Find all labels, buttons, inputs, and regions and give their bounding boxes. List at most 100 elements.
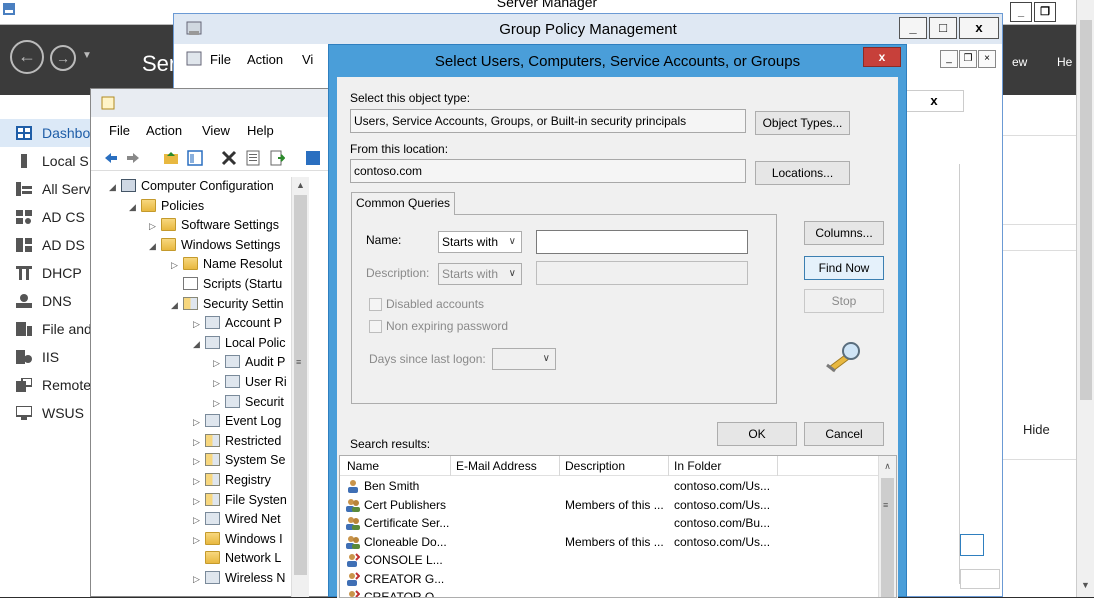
sidebar-item-dashboard[interactable]: Dashbo bbox=[0, 119, 95, 147]
result-row[interactable]: Certificate Ser... contoso.com/Bu... bbox=[340, 514, 878, 533]
sidebar-item-ad-cs[interactable]: AD CS bbox=[0, 203, 95, 231]
result-row[interactable]: Cert Publishers Members of this ... contos… bbox=[340, 496, 878, 515]
collapsed-arrow-icon[interactable]: ▷ bbox=[193, 511, 205, 530]
sidebar-item-dhcp[interactable]: DHCP bbox=[0, 259, 95, 287]
back-arrow-icon[interactable]: ← bbox=[10, 40, 44, 74]
collapsed-arrow-icon[interactable]: ▷ bbox=[193, 492, 205, 511]
minimize-button[interactable]: _ bbox=[1010, 2, 1032, 22]
tree-node[interactable]: ▷ System Se bbox=[193, 451, 285, 470]
expanded-arrow-icon[interactable]: ◢ bbox=[109, 178, 121, 197]
tree-node[interactable]: ▷ Securit bbox=[213, 393, 284, 412]
editor-menu-action[interactable]: Action bbox=[146, 123, 182, 138]
sidebar-item-all-servers[interactable]: All Serv bbox=[0, 175, 95, 203]
sidebar-item-ad-ds[interactable]: AD DS bbox=[0, 231, 95, 259]
sidebar-item-wsus[interactable]: WSUS bbox=[0, 399, 95, 427]
help-icon[interactable] bbox=[305, 150, 321, 166]
restore-button[interactable]: ❐ bbox=[1034, 2, 1056, 22]
expanded-arrow-icon[interactable]: ◢ bbox=[149, 237, 161, 256]
tree-node[interactable]: ▷ Windows I bbox=[193, 530, 283, 549]
non-expiring-checkbox[interactable] bbox=[369, 320, 382, 333]
tree-node[interactable]: Scripts (Startu bbox=[171, 275, 282, 294]
tree-node[interactable]: ▷ Wireless N bbox=[193, 569, 285, 588]
sidebar-item-local-server[interactable]: Local S bbox=[0, 147, 95, 175]
editor-tree-scrollbar[interactable]: ▲ ≡ bbox=[291, 177, 309, 597]
disabled-accounts-checkbox[interactable] bbox=[369, 298, 382, 311]
columns-button[interactable]: Columns... bbox=[804, 221, 884, 245]
collapsed-arrow-icon[interactable]: ▷ bbox=[149, 217, 161, 236]
description-input[interactable] bbox=[536, 261, 748, 285]
gpm-mdi-restore[interactable]: ❐ bbox=[959, 50, 977, 68]
show-hide-tree-icon[interactable] bbox=[187, 150, 203, 166]
tree-node[interactable]: ▷ Name Resolut bbox=[171, 255, 282, 274]
editor-menu-file[interactable]: File bbox=[109, 123, 130, 138]
collapsed-arrow-icon[interactable]: ▷ bbox=[213, 354, 225, 373]
tree-node[interactable]: ▷ Software Settings bbox=[149, 216, 279, 235]
up-folder-icon[interactable] bbox=[163, 150, 179, 166]
delete-x-icon[interactable] bbox=[221, 150, 237, 166]
result-row[interactable]: CREATOR G... bbox=[340, 570, 878, 589]
gpm-mdi-close[interactable]: × bbox=[978, 50, 996, 68]
column-header-folder[interactable]: In Folder bbox=[674, 459, 721, 473]
gpm-mdi-minimize[interactable]: _ bbox=[940, 50, 958, 68]
sidebar-item-iis[interactable]: IIS bbox=[0, 343, 95, 371]
editor-menu-view[interactable]: View bbox=[202, 123, 230, 138]
name-mode-select[interactable]: Starts with ∨ bbox=[438, 231, 522, 253]
tree-node[interactable]: ◢ Security Settin bbox=[171, 295, 284, 314]
gpm-menu-file[interactable]: File bbox=[210, 52, 231, 67]
dialog-close-button[interactable]: x bbox=[863, 47, 901, 67]
tree-node[interactable]: ◢ Local Polic bbox=[193, 334, 285, 353]
tree-node[interactable]: ▷ Account P bbox=[193, 314, 282, 333]
tree-node[interactable]: ▷ Restricted bbox=[193, 432, 281, 451]
tree-node[interactable]: ▷ Wired Net bbox=[193, 510, 281, 529]
gpm-close-button[interactable]: x bbox=[959, 17, 999, 39]
expanded-arrow-icon[interactable]: ◢ bbox=[129, 198, 141, 217]
menu-help[interactable]: He bbox=[1057, 55, 1072, 69]
gpm-pane-close-button[interactable]: x bbox=[904, 90, 964, 112]
tree-node[interactable]: ▷ Audit P bbox=[213, 353, 285, 372]
collapsed-arrow-icon[interactable]: ▷ bbox=[213, 374, 225, 393]
cancel-button[interactable]: Cancel bbox=[804, 422, 884, 446]
back-arrow-icon[interactable] bbox=[103, 150, 119, 166]
tree-node[interactable]: ▷ Registry bbox=[193, 471, 271, 490]
collapsed-arrow-icon[interactable]: ▷ bbox=[193, 570, 205, 589]
collapsed-arrow-icon[interactable]: ▷ bbox=[193, 413, 205, 432]
description-mode-select[interactable]: Starts with ∨ bbox=[438, 263, 522, 285]
tab-common-queries[interactable]: Common Queries bbox=[351, 192, 455, 215]
collapsed-arrow-icon[interactable]: ▷ bbox=[193, 315, 205, 334]
tree-node[interactable]: ▷ Event Log bbox=[193, 412, 281, 431]
hide-link[interactable]: Hide bbox=[1023, 422, 1050, 437]
result-row[interactable]: Cloneable Do... Members of this ... contos… bbox=[340, 533, 878, 552]
collapsed-arrow-icon[interactable]: ▷ bbox=[193, 452, 205, 471]
column-header-name[interactable]: Name bbox=[347, 459, 379, 473]
column-header-email[interactable]: E-Mail Address bbox=[456, 459, 537, 473]
find-now-button[interactable]: Find Now bbox=[804, 256, 884, 280]
name-input[interactable] bbox=[536, 230, 748, 254]
collapsed-arrow-icon[interactable]: ▷ bbox=[193, 433, 205, 452]
forward-arrow-icon[interactable]: → bbox=[50, 45, 76, 71]
sidebar-item-dns[interactable]: DNS bbox=[0, 287, 95, 315]
tree-node[interactable]: ▷ User Ri bbox=[213, 373, 287, 392]
tree-node[interactable]: ◢ Windows Settings bbox=[149, 236, 280, 255]
collapsed-arrow-icon[interactable]: ▷ bbox=[171, 256, 183, 275]
expanded-arrow-icon[interactable]: ◢ bbox=[193, 335, 205, 354]
expanded-arrow-icon[interactable]: ◢ bbox=[171, 296, 183, 315]
tree-node[interactable]: ◢ Policies bbox=[129, 197, 204, 216]
tree-node[interactable]: Network L bbox=[193, 549, 281, 568]
gpm-menu-view[interactable]: Vi bbox=[302, 52, 313, 67]
gpm-maximize-button[interactable]: □ bbox=[929, 17, 957, 39]
result-row[interactable]: CONSOLE L... bbox=[340, 551, 878, 570]
sidebar-item-file-services[interactable]: File and bbox=[0, 315, 95, 343]
days-since-logon-select[interactable]: ∨ bbox=[492, 348, 556, 370]
ok-button[interactable]: OK bbox=[717, 422, 797, 446]
collapsed-arrow-icon[interactable]: ▷ bbox=[193, 531, 205, 550]
collapsed-arrow-icon[interactable]: ▷ bbox=[193, 472, 205, 491]
tree-node[interactable]: ▷ File Systen bbox=[193, 491, 287, 510]
result-row[interactable]: Ben Smith contoso.com/Us... bbox=[340, 477, 878, 496]
menu-view[interactable]: ew bbox=[1012, 55, 1027, 69]
collapsed-arrow-icon[interactable]: ▷ bbox=[213, 394, 225, 413]
sidebar-item-remote-access[interactable]: Remote bbox=[0, 371, 95, 399]
object-types-button[interactable]: Object Types... bbox=[755, 111, 850, 135]
forward-arrow-icon[interactable] bbox=[125, 150, 141, 166]
properties-icon[interactable] bbox=[245, 150, 261, 166]
results-scrollbar[interactable]: ∧ ≡ bbox=[878, 456, 896, 597]
